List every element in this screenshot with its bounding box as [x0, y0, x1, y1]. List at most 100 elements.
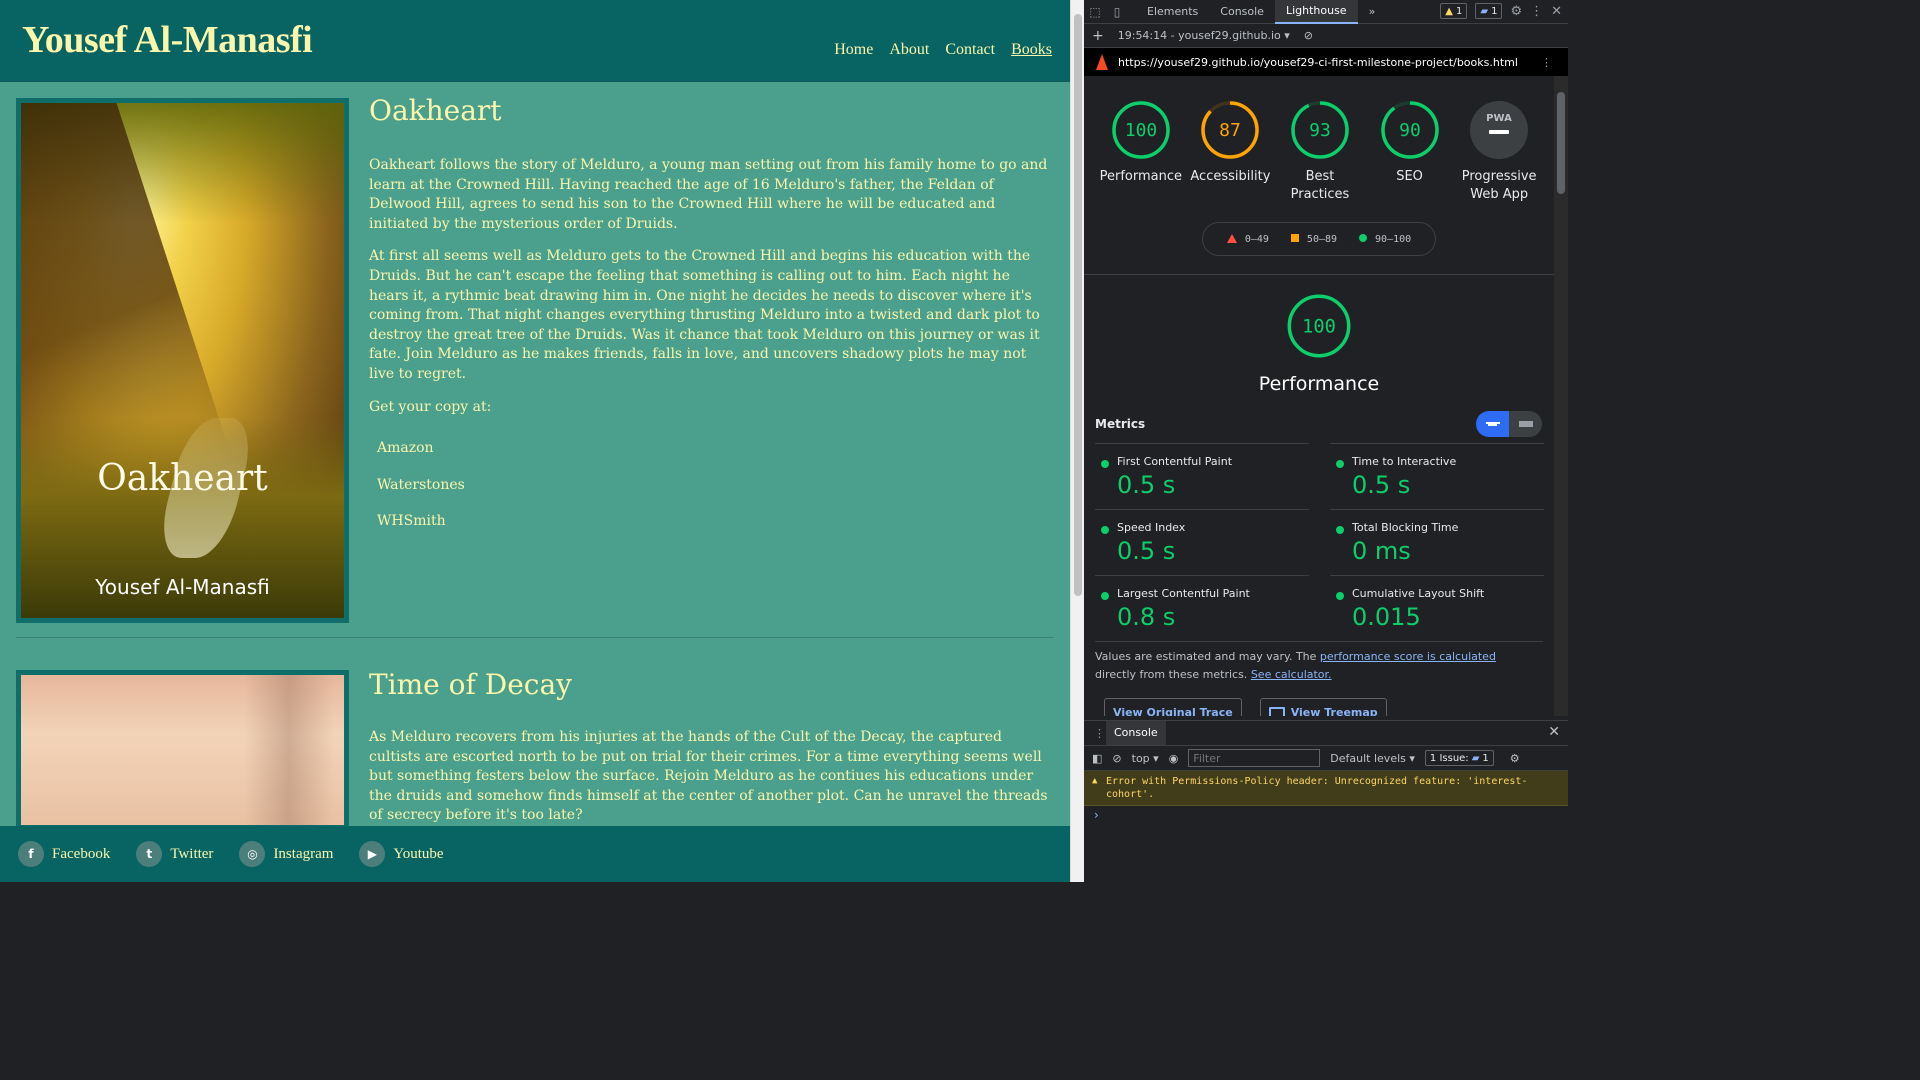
store-link-whsmith[interactable]: WHSmith: [377, 512, 1051, 532]
context-selector[interactable]: top ▾: [1132, 752, 1159, 765]
report-selector-label: 19:54:14 - yousef29.github.io: [1117, 29, 1281, 42]
metric-speed-index: Speed Index 0.5 s: [1095, 509, 1309, 575]
console-filter-input[interactable]: [1188, 749, 1321, 767]
more-tabs-icon[interactable]: »: [1358, 0, 1387, 24]
settings-gear-icon[interactable]: ⚙: [1510, 4, 1522, 19]
log-levels-dropdown[interactable]: Default levels ▾: [1330, 752, 1415, 765]
see-calculator-link[interactable]: See calculator.: [1251, 668, 1332, 681]
metric-name: Cumulative Layout Shift: [1352, 587, 1485, 600]
message-icon: ▰: [1480, 5, 1489, 17]
close-drawer-icon[interactable]: ✕: [1548, 724, 1560, 740]
drawer-tab-console[interactable]: Console: [1106, 721, 1166, 745]
legend-average: 50–89: [1290, 233, 1337, 245]
legend-fail: 0–49: [1226, 233, 1269, 245]
social-link-youtube[interactable]: ▶ Youtube: [359, 841, 444, 867]
gauge-best-practices[interactable]: 93 Best Practices: [1278, 100, 1362, 204]
drawer-tabbar: ⋮ Console ✕: [1084, 721, 1568, 745]
legend-pass: 90–100: [1359, 233, 1411, 245]
tab-elements[interactable]: Elements: [1136, 0, 1209, 24]
messages-badge[interactable]: ▰ 1: [1475, 3, 1503, 19]
nav-books[interactable]: Books: [1011, 41, 1052, 59]
metric-value: 0.8 s: [1117, 603, 1176, 631]
gauge-label: Best Practices: [1290, 169, 1350, 202]
page-scrollbar[interactable]: [1070, 0, 1084, 882]
book-description: As Melduro recovers from his injuries at…: [369, 728, 1051, 839]
social-link-instagram[interactable]: ◎ Instagram: [239, 841, 333, 867]
score-gauges: 100 Performance 87 Accessibility 93 Best…: [1084, 76, 1554, 204]
console-error-message[interactable]: Error with Permissions-Policy header: Un…: [1084, 771, 1568, 806]
gauge-label: Accessibility: [1190, 169, 1271, 184]
metric-name: Time to Interactive: [1352, 455, 1457, 468]
gauge-ring: 87: [1201, 101, 1260, 159]
gauge-pwa[interactable]: PWA Progressive Web App: [1457, 100, 1541, 204]
metric-value: 0.5 s: [1117, 471, 1176, 499]
site-nav: Home About Contact Books: [834, 41, 1052, 59]
store-link-waterstones[interactable]: Waterstones: [377, 476, 1051, 496]
clear-reports-icon[interactable]: ⊘: [1304, 29, 1313, 42]
metrics-view-toggle[interactable]: [1476, 411, 1542, 437]
gauge-accessibility[interactable]: 87 Accessibility: [1188, 100, 1272, 204]
metric-value: 0.5 s: [1117, 537, 1176, 565]
sidebar-toggle-icon[interactable]: ◧: [1092, 752, 1102, 765]
console-prompt[interactable]: ›: [1084, 806, 1568, 824]
issues-badge[interactable]: 1 Issue: ▰ 1: [1424, 750, 1494, 766]
live-expression-eye-icon[interactable]: ◉: [1169, 752, 1179, 765]
console-settings-gear-icon[interactable]: ⚙: [1510, 752, 1520, 765]
lighthouse-toolbar: + 19:54:14 - yousef29.github.io ▾ ⊘: [1084, 24, 1568, 48]
view-original-trace-button[interactable]: View Original Trace: [1104, 698, 1242, 716]
report-url[interactable]: https://yousef29.github.io/yousef29-ci-f…: [1118, 56, 1518, 69]
tab-lighthouse[interactable]: Lighthouse: [1274, 0, 1358, 24]
report-buttons: View Original Trace View Treemap: [1084, 698, 1554, 716]
gauge-score: 100: [1125, 120, 1158, 141]
tab-console[interactable]: Console: [1209, 0, 1275, 24]
gauge-ring: 100: [1112, 101, 1170, 159]
book-title: Time of Decay: [369, 668, 572, 701]
gauge-seo[interactable]: 90 SEO: [1368, 100, 1452, 204]
drawer-menu-icon[interactable]: ⋮: [1094, 727, 1105, 740]
close-devtools-icon[interactable]: ✕: [1551, 4, 1562, 19]
instagram-icon: ◎: [239, 841, 266, 867]
metrics-note: Values are estimated and may vary. The p…: [1095, 641, 1543, 684]
nav-contact[interactable]: Contact: [945, 41, 995, 59]
report-menu-icon[interactable]: ⋮: [1541, 56, 1552, 69]
devtools-tabbar: ⬚ ▯ Elements Console Lighthouse » ▲ 1 ▰ 1 …: [1084, 0, 1568, 24]
metrics-grid: First Contentful Paint 0.5 s Time to Inte…: [1084, 443, 1554, 641]
facebook-icon: f: [18, 841, 44, 867]
nav-home[interactable]: Home: [834, 41, 873, 59]
new-report-icon[interactable]: +: [1092, 28, 1104, 44]
gauge-score: 87: [1220, 120, 1242, 141]
nav-about[interactable]: About: [889, 41, 929, 59]
metrics-title: Metrics: [1095, 417, 1146, 431]
social-link-facebook[interactable]: f Facebook: [18, 841, 110, 867]
clear-console-icon[interactable]: ⊘: [1112, 752, 1121, 765]
scrollbar-thumb[interactable]: [1557, 92, 1565, 194]
kebab-menu-icon[interactable]: ⋮: [1530, 4, 1543, 19]
gauge-performance[interactable]: 100 Performance: [1099, 100, 1183, 204]
report-scrollbar[interactable]: [1554, 76, 1568, 716]
messages-count: 1: [1491, 5, 1498, 17]
site-brand[interactable]: Yousef Al-Manasfi: [22, 18, 313, 62]
metric-name: Speed Index: [1117, 521, 1186, 534]
warnings-count: 1: [1455, 5, 1463, 17]
devtools-panel: ⬚ ▯ Elements Console Lighthouse » ▲ 1 ▰ 1 …: [1084, 0, 1568, 882]
expanded-view-icon[interactable]: [1509, 411, 1542, 437]
report-selector[interactable]: 19:54:14 - yousef29.github.io ▾: [1118, 29, 1290, 42]
gauge-score: 93: [1309, 120, 1331, 141]
scrollbar-thumb[interactable]: [1074, 14, 1082, 596]
inspect-element-icon[interactable]: ⬚: [1084, 1, 1106, 23]
lighthouse-report: 100 Performance 87 Accessibility 93 Best…: [1084, 76, 1554, 716]
view-treemap-button[interactable]: View Treemap: [1259, 698, 1387, 716]
compact-view-icon[interactable]: [1476, 411, 1509, 437]
store-link-amazon[interactable]: Amazon: [377, 439, 1051, 459]
book-paragraph: As Melduro recovers from his injuries at…: [369, 729, 1048, 824]
metric-value: 0.5 s: [1352, 471, 1411, 499]
device-toolbar-icon[interactable]: ▯: [1106, 1, 1128, 23]
score-legend: 0–49 50–89 90–100: [1202, 222, 1436, 256]
section-divider: [1084, 274, 1554, 275]
warnings-badge[interactable]: ▲ 1: [1440, 3, 1468, 19]
gauge-label: SEO: [1396, 169, 1423, 184]
score-calculated-link[interactable]: performance score is calculated: [1320, 650, 1496, 663]
website-viewport: Yousef Al-Manasfi Home About Contact Boo…: [0, 0, 1070, 882]
social-link-twitter[interactable]: t Twitter: [136, 841, 213, 867]
book-paragraph: At first all seems well as Melduro gets …: [369, 248, 1040, 382]
